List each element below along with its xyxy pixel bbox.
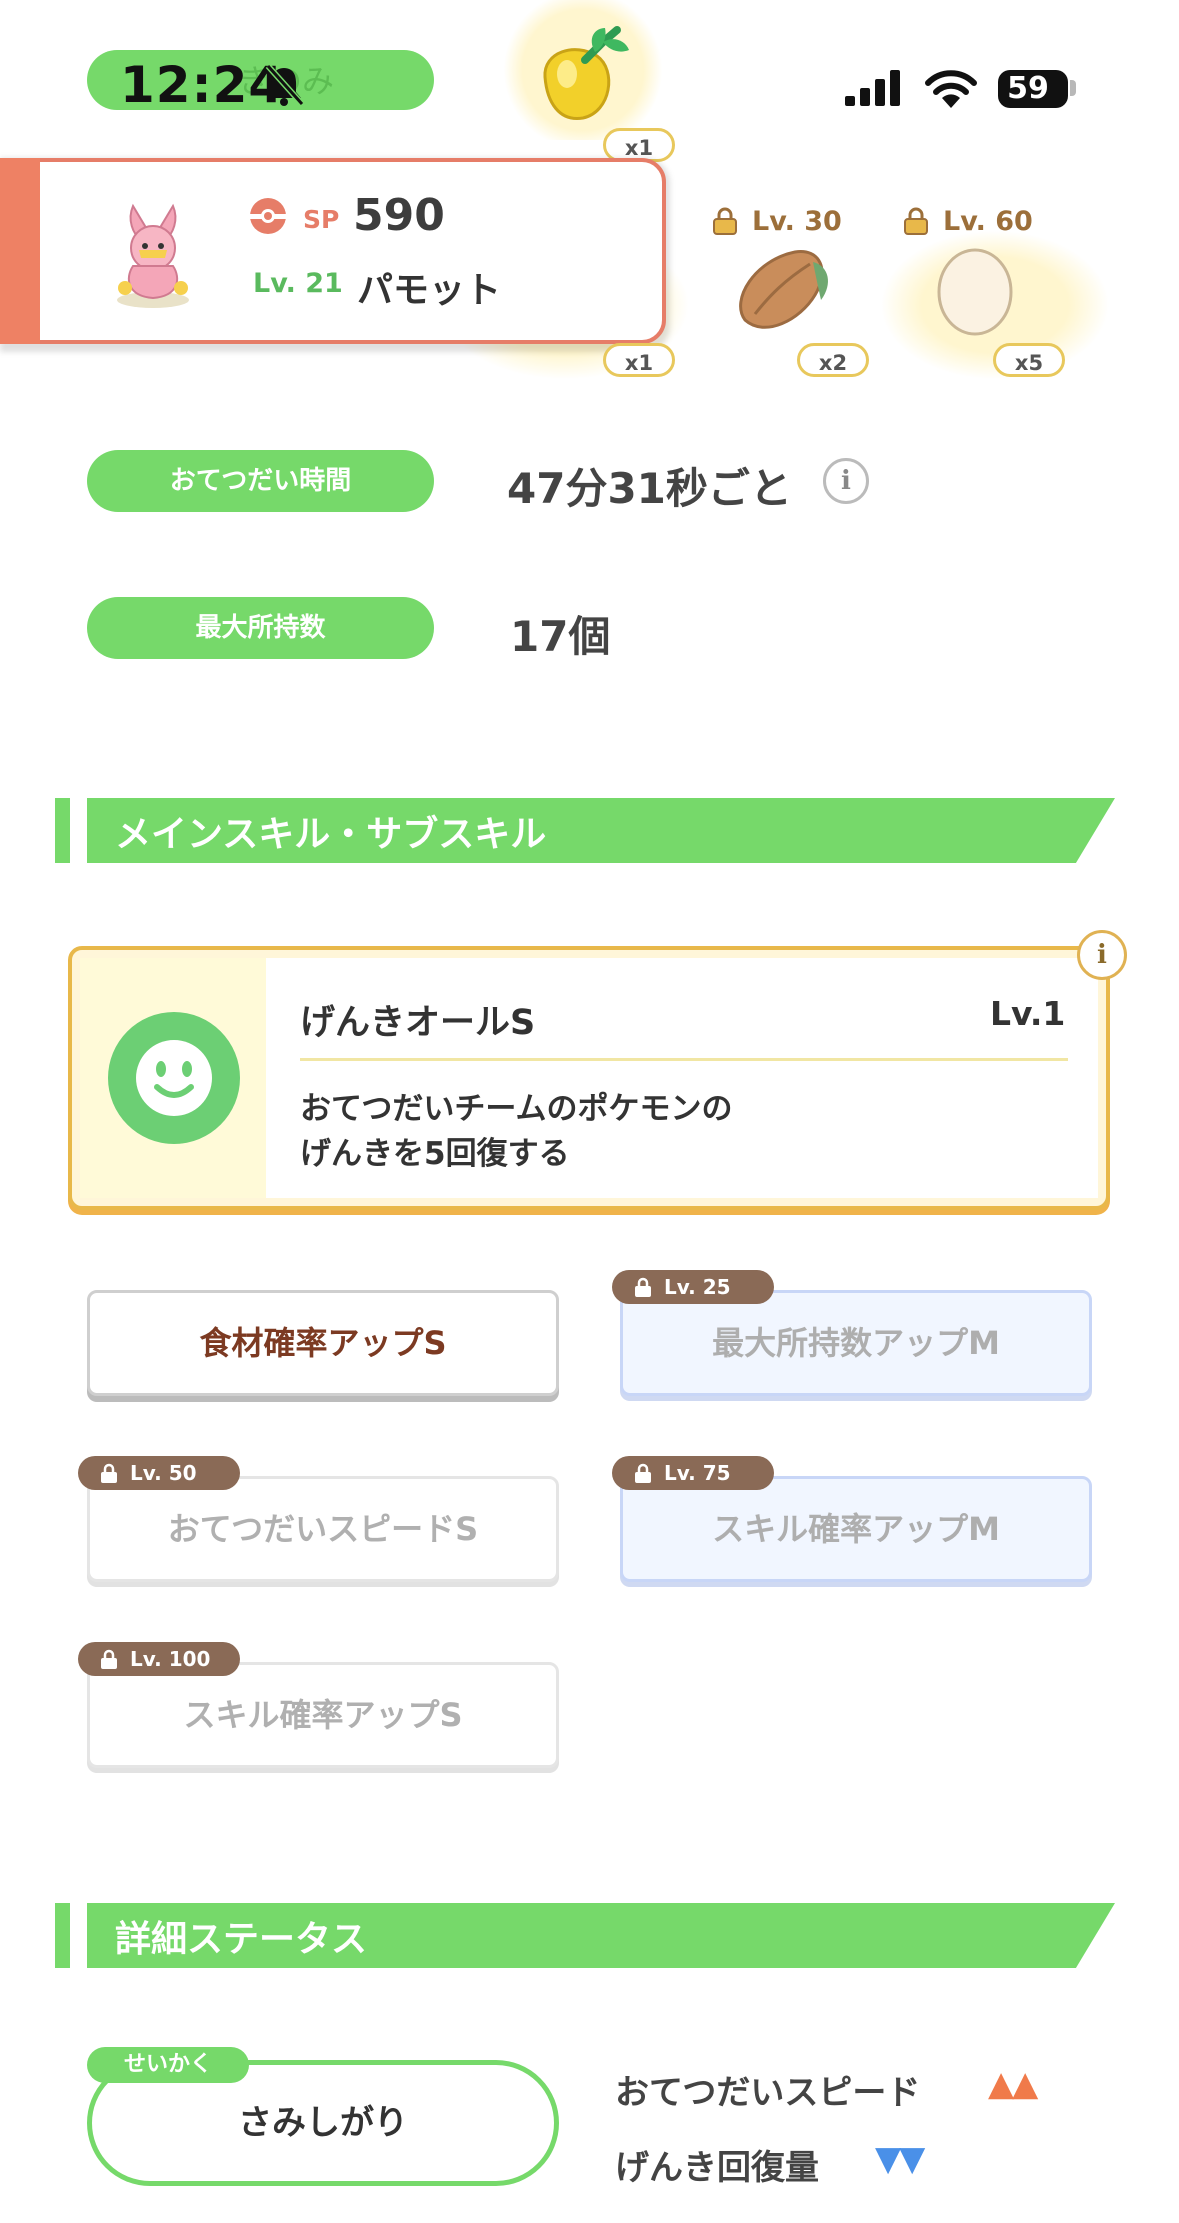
main-skill-divider [300,1058,1068,1061]
cellular-signal-icon [845,70,900,106]
lock-icon [904,207,928,235]
max-carry-value: 17個 [510,612,611,661]
sub-skill-button[interactable]: スキル確率アップM [620,1476,1092,1582]
sub-skill-button[interactable]: おてつだいスピードS [87,1476,559,1582]
berry-icon [543,26,629,120]
section-header-edge [55,1903,70,1968]
main-skill-description-line: おてつだいチームのポケモンの [300,1091,733,1127]
lock-icon [101,1463,117,1483]
cacao-qty-badge: x2 [797,343,869,377]
smiley-icon [108,1012,240,1144]
sp-value: 590 [353,190,445,241]
sub-skill-button[interactable]: スキル確率アップS [87,1662,559,1768]
bell-slash-icon [265,63,305,107]
section-title: メインスキル・サブスキル [115,814,547,855]
up-arrows-icon: ▲▲ [988,2064,1038,2104]
ingredient-lock-level: Lv. 30 [752,206,842,237]
sub-skill-button[interactable]: 最大所持数アップM [620,1290,1092,1396]
sub-skill-lock-level: Lv. 100 [130,1647,211,1671]
lock-icon [713,207,737,235]
sub-skill-lock-level: Lv. 25 [664,1275,731,1299]
egg-qty-badge: x5 [993,343,1065,377]
pokemon-level: Lv. 21 [253,268,343,299]
ingredient-lock-level: Lv. 60 [943,206,1033,237]
max-carry-label: 最大所持数 [87,597,434,659]
section-header-edge [55,798,70,863]
pokemon-card-accent [0,158,40,344]
egg-icon [937,248,1013,336]
nature-down-stat: げんき回復量 [615,2148,819,2188]
battery-tip [1070,80,1076,96]
sub-skill-lock-badge: Lv. 100 [78,1642,240,1676]
section-title: 詳細ステータス [115,1919,368,1960]
cacao-bean-icon [739,250,828,329]
main-skill-info-button[interactable]: i [1077,930,1127,980]
berry-qty-badge: x1 [603,128,675,162]
lock-icon [101,1649,117,1669]
pokemon-name: パモット [357,270,502,311]
lock-icon [635,1463,651,1483]
nature-up-stat: おてつだいスピード [615,2073,921,2113]
pokemon-sprite [117,203,189,308]
sub-skill-button[interactable]: 食材確率アップS [87,1290,559,1396]
sub-skill-lock-badge: Lv. 75 [612,1456,774,1490]
sub-skill-lock-level: Lv. 75 [664,1461,731,1485]
wifi-icon [925,70,977,108]
main-skill-description-line: げんきを5回復する [300,1136,570,1172]
status-time: 12:24 [120,56,285,114]
sp-label: SP [303,205,340,234]
lock-icon [635,1277,651,1297]
sub-skill-lock-badge: Lv. 25 [612,1270,774,1304]
berry-qty-badge-lower: x1 [603,343,675,377]
battery-level: 59 [1007,71,1049,106]
main-skill-level: Lv.1 [990,994,1066,1033]
info-button[interactable]: i [823,458,869,504]
main-skill-description: おてつだいチームのポケモンの げんきを5回復する [300,1087,732,1177]
sub-skill-lock-badge: Lv. 50 [78,1456,240,1490]
pokeball-icon [250,198,286,234]
main-skill-name: げんきオールS [300,1003,536,1043]
pokemon-card[interactable] [0,158,666,344]
nature-tag: せいかく [87,2047,249,2083]
down-arrows-icon: ▼▼ [875,2139,925,2179]
help-time-label: おてつだい時間 [87,450,434,512]
help-time-value: 47分31秒ごと [507,464,792,513]
sub-skill-lock-level: Lv. 50 [130,1461,197,1485]
